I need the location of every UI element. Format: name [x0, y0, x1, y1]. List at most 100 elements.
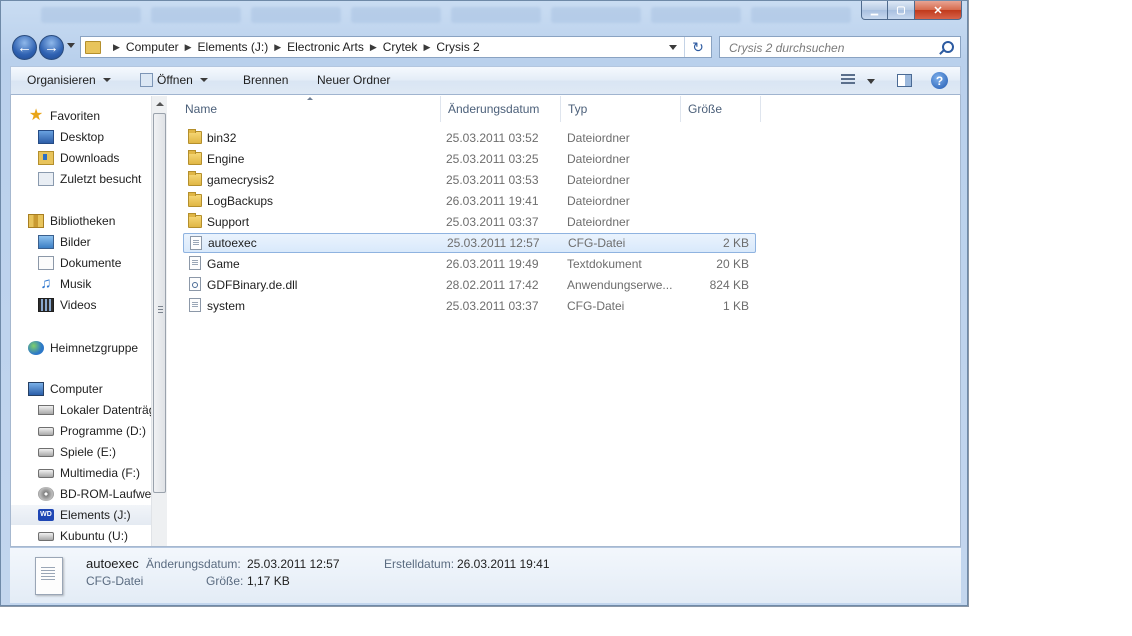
folder-icon: [188, 213, 202, 228]
file-date: 25.03.2011 03:37: [446, 215, 539, 229]
background-tab: [41, 7, 141, 23]
minimize-button[interactable]: ▁: [861, 1, 888, 20]
column-header-date[interactable]: Änderungsdatum: [441, 96, 561, 122]
nav-recent[interactable]: Zuletzt besucht: [38, 169, 151, 189]
preview-pane-icon[interactable]: [897, 74, 912, 87]
window-shadow-right: [968, 0, 969, 607]
file-row-folder[interactable]: bin32 25.03.2011 03:52 Dateiordner: [183, 128, 756, 148]
background-tab: [351, 7, 441, 23]
config-file-large-icon: [35, 557, 63, 595]
column-header-size[interactable]: Größe: [681, 96, 761, 122]
address-bar[interactable]: ▶ Computer ▶ Elements (J:) ▶ Electronic …: [80, 36, 712, 58]
dll-file-icon: [189, 277, 201, 291]
search-input[interactable]: [727, 38, 941, 58]
windows-drive-icon: [38, 405, 54, 415]
maximize-button[interactable]: ▢: [888, 1, 915, 20]
file-date: 25.03.2011 03:52: [446, 131, 539, 145]
caption-buttons: ▁ ▢ ✕: [861, 1, 962, 20]
file-date: 28.02.2011 17:42: [446, 278, 539, 292]
background-tab: [751, 7, 851, 23]
file-row-folder[interactable]: Engine 25.03.2011 03:25 Dateiordner: [183, 149, 756, 169]
nav-documents[interactable]: Dokumente: [38, 253, 151, 273]
file-row-config[interactable]: system 25.03.2011 03:37 CFG-Datei 1 KB: [183, 296, 756, 316]
change-view-icon[interactable]: [841, 74, 855, 86]
nav-pictures[interactable]: Bilder: [38, 232, 151, 252]
nav-computer[interactable]: Computer: [28, 379, 151, 399]
nav-drive-f[interactable]: Multimedia (F:): [38, 463, 151, 483]
nav-music[interactable]: ♫ Musik: [38, 274, 151, 294]
nav-homegroup[interactable]: Heimnetzgruppe: [28, 338, 151, 358]
nav-drive-u[interactable]: Kubuntu (U:): [38, 526, 151, 546]
address-dropdown-button[interactable]: [669, 45, 677, 50]
nav-label: Desktop: [60, 130, 105, 144]
scroll-up-arrow-icon[interactable]: [156, 102, 164, 106]
chevron-right-icon[interactable]: ▶: [370, 42, 377, 53]
breadcrumb-computer[interactable]: Computer: [126, 40, 179, 54]
nav-drive-c[interactable]: Lokaler Datenträg: [38, 400, 151, 420]
close-button[interactable]: ✕: [915, 1, 962, 20]
organize-menu-button[interactable]: Organisieren: [27, 73, 111, 87]
recent-pages-dropdown[interactable]: [67, 43, 75, 48]
nav-drive-j[interactable]: WD Elements (J:): [11, 505, 151, 525]
column-header-name[interactable]: Name: [178, 96, 441, 122]
view-options-dropdown[interactable]: [867, 79, 875, 84]
file-row-folder[interactable]: LogBackups 26.03.2011 19:41 Dateiordner: [183, 191, 756, 211]
nav-downloads[interactable]: Downloads: [38, 148, 151, 168]
nav-label: Musik: [60, 277, 92, 291]
back-button[interactable]: ←: [12, 35, 37, 60]
nav-label: Elements (J:): [60, 508, 131, 522]
chevron-right-icon[interactable]: ▶: [423, 42, 430, 53]
file-name: gamecrysis2: [207, 173, 275, 187]
file-row-text[interactable]: Game 26.03.2011 19:49 Textdokument 20 KB: [183, 254, 756, 274]
nav-label: Dokumente: [60, 256, 122, 270]
file-row-selected[interactable]: autoexec 25.03.2011 12:57 CFG-Datei 2 KB: [183, 233, 756, 253]
details-modified-label: Änderungsdatum:: [146, 557, 241, 571]
file-type: CFG-Datei: [568, 236, 626, 250]
nav-libraries[interactable]: Bibliotheken: [28, 211, 151, 231]
forward-button[interactable]: →: [39, 35, 64, 60]
nav-desktop[interactable]: Desktop: [38, 127, 151, 147]
column-header-type[interactable]: Typ: [561, 96, 681, 122]
downloads-folder-icon: [38, 151, 54, 165]
hard-drive-icon: [38, 468, 54, 478]
optical-disc-icon: [38, 487, 54, 501]
details-modified-value: 25.03.2011 12:57: [247, 557, 340, 571]
nav-videos[interactable]: Videos: [38, 295, 151, 315]
command-bar: Organisieren Öffnen Brennen Neuer Ordner…: [10, 66, 961, 95]
nav-label: Multimedia (F:): [60, 466, 141, 480]
nav-drive-d[interactable]: Programme (D:): [38, 421, 151, 441]
file-size: 1 KB: [722, 299, 749, 313]
pictures-icon: [38, 235, 54, 249]
breadcrumb-elements[interactable]: Elements (J:): [198, 40, 269, 54]
nav-favorites[interactable]: ★ Favoriten: [28, 106, 151, 126]
nav-label: Kubuntu (U:): [60, 529, 129, 543]
new-folder-button[interactable]: Neuer Ordner: [317, 73, 390, 87]
breadcrumb-electronic-arts[interactable]: Electronic Arts: [287, 40, 364, 54]
scrollbar-thumb[interactable]: [153, 113, 166, 493]
breadcrumb-crytek[interactable]: Crytek: [383, 40, 418, 54]
nav-drive-bd[interactable]: BD-ROM-Laufwe: [38, 484, 151, 504]
breadcrumb-crysis-2[interactable]: Crysis 2: [436, 40, 479, 54]
file-row-folder[interactable]: Support 25.03.2011 03:37 Dateiordner: [183, 212, 756, 232]
grip-icon: [158, 306, 163, 313]
file-row-dll[interactable]: GDFBinary.de.dll 28.02.2011 17:42 Anwend…: [183, 275, 756, 295]
explorer-window: ▁ ▢ ✕ ← → ▶ Computer ▶ Elements (J:) ▶ E…: [0, 0, 968, 606]
open-menu-button[interactable]: Öffnen: [140, 73, 208, 87]
nav-label: Computer: [50, 382, 103, 396]
file-name: LogBackups: [207, 194, 274, 208]
refresh-button[interactable]: ↻: [684, 37, 711, 57]
nav-drive-e[interactable]: Spiele (E:): [38, 442, 151, 462]
file-list: Name Änderungsdatum Typ Größe bin32 25.0…: [167, 96, 960, 546]
search-icon[interactable]: [942, 41, 954, 53]
help-icon[interactable]: ?: [931, 72, 948, 89]
chevron-right-icon[interactable]: ▶: [274, 42, 281, 53]
hard-drive-icon: [38, 426, 54, 436]
file-row-folder[interactable]: gamecrysis2 25.03.2011 03:53 Dateiordner: [183, 170, 756, 190]
chevron-right-icon[interactable]: ▶: [113, 42, 120, 53]
computer-icon: [28, 382, 44, 396]
burn-button[interactable]: Brennen: [243, 73, 288, 87]
file-type: CFG-Datei: [567, 299, 625, 313]
navigation-scrollbar[interactable]: [151, 96, 167, 546]
chevron-right-icon[interactable]: ▶: [185, 42, 192, 53]
burn-label: Brennen: [243, 73, 289, 87]
